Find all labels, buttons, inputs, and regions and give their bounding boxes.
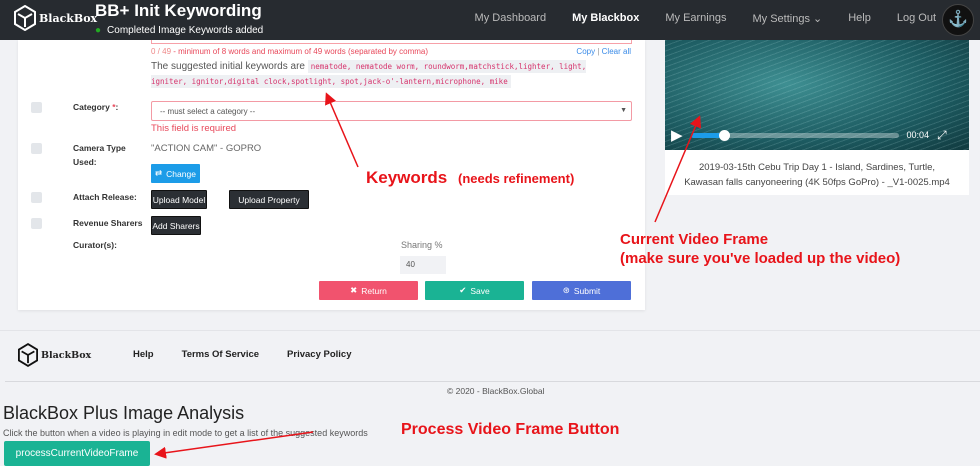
status-text: Completed Image Keywords added (107, 25, 264, 36)
nav-my-dashboard[interactable]: My Dashboard (475, 12, 547, 25)
brand-logo[interactable]: BlackBox (14, 5, 97, 31)
upload-model-button[interactable]: Upload Model (151, 190, 207, 209)
nav-log-out[interactable]: Log Out (897, 12, 936, 25)
brand-name: BlackBox (39, 11, 98, 25)
check-icon: ✔ (459, 285, 467, 295)
process-video-frame-button[interactable]: processCurrentVideoFrame (4, 441, 150, 466)
category-select[interactable]: -- must select a category -- ▼ (151, 101, 632, 121)
camera-value: "ACTION CAM" - GOPRO (151, 143, 262, 154)
play-icon[interactable]: ▶ (671, 126, 683, 144)
video-player[interactable]: ▶ 00:04 ⤢ (665, 40, 969, 150)
divider (5, 381, 980, 382)
nav-my-settings[interactable]: My Settings ⌄ (752, 12, 822, 25)
camera-label: Camera Type Used: (73, 143, 126, 167)
keyword-count: 0 / 49 - minimum of 8 words and maximum … (151, 47, 429, 56)
footer: BlackBox Help Terms Of Service Privacy P… (0, 330, 980, 466)
nav-help[interactable]: Help (848, 12, 871, 25)
copy-link[interactable]: Copy (576, 47, 595, 56)
seek-handle[interactable] (718, 129, 730, 141)
category-error: This field is required (151, 123, 237, 134)
change-camera-button[interactable]: ⇄ Change (151, 164, 200, 183)
add-sharers-button[interactable]: Add Sharers (151, 216, 201, 235)
cube-logo-icon (18, 343, 38, 367)
upload-circle-icon: ⊛ (562, 285, 570, 295)
curators-label: Curator(s): (73, 240, 117, 250)
category-checkbox[interactable] (31, 102, 42, 113)
nav-my-blackbox[interactable]: My Blackbox (572, 12, 639, 25)
video-card: ▶ 00:04 ⤢ 2019-03-15th Cebu Trip Day 1 -… (665, 40, 969, 195)
cube-logo-icon (14, 5, 36, 31)
video-time: 00:04 (906, 130, 930, 140)
footer-brand-name: BlackBox (41, 349, 92, 361)
fullscreen-icon[interactable]: ⤢ (937, 128, 947, 143)
page-title: BB+ Init Keywording (95, 1, 262, 20)
footer-help[interactable]: Help (133, 349, 154, 360)
footer-privacy[interactable]: Privacy Policy (287, 349, 351, 360)
annotation-process-button: Process Video Frame Button (401, 421, 620, 438)
nav-my-earnings[interactable]: My Earnings (665, 12, 726, 25)
analysis-description: Click the button when a video is playing… (3, 428, 368, 438)
sharing-input[interactable]: 40 (400, 256, 446, 274)
seek-bar[interactable] (690, 129, 899, 141)
sharers-checkbox[interactable] (31, 218, 42, 229)
footer-logo[interactable]: BlackBox (18, 343, 91, 367)
separator: | (597, 47, 600, 56)
analysis-heading: BlackBox Plus Image Analysis (3, 403, 245, 423)
status-message: ● Completed Image Keywords added (95, 25, 263, 36)
close-icon: ✖ (350, 285, 358, 295)
keyword-actions: Copy | Clear all (576, 47, 631, 56)
submit-button[interactable]: ⊛ Submit (532, 281, 631, 300)
camera-checkbox[interactable] (31, 143, 42, 154)
sharing-label: Sharing % (401, 240, 443, 250)
video-caption: 2019-03-15th Cebu Trip Day 1 - Island, S… (684, 162, 950, 188)
dropdown-arrow-icon: ▼ (620, 107, 627, 114)
category-label: Category *: (73, 102, 119, 112)
upload-property-button[interactable]: Upload Property (229, 190, 309, 209)
release-checkbox[interactable] (31, 192, 42, 203)
swap-icon: ⇄ (155, 168, 163, 178)
nav-my-settings-label: My Settings (752, 13, 810, 25)
release-label: Attach Release: (73, 192, 137, 202)
sharers-label: Revenue Sharers (73, 218, 143, 228)
copyright: © 2020 - BlackBox.Global (447, 386, 545, 396)
video-controls: ▶ 00:04 ⤢ (665, 120, 969, 150)
avatar[interactable]: ⚓ (942, 4, 974, 36)
chevron-down-icon: ⌄ (813, 13, 823, 25)
return-button[interactable]: ✖ Return (319, 281, 418, 300)
top-navbar: BlackBox BB+ Init Keywording ● Completed … (0, 0, 980, 40)
keywords-input[interactable] (151, 40, 632, 44)
footer-terms[interactable]: Terms Of Service (182, 349, 259, 360)
status-dot-icon: ● (95, 25, 102, 36)
annotation-video-frame: Current Video Frame (make sure you've loa… (620, 231, 901, 267)
annotation-keywords: Keywords (needs refinement) (366, 168, 575, 187)
suggested-keywords: The suggested initial keywords are nemat… (151, 60, 587, 88)
save-button[interactable]: ✔ Save (425, 281, 524, 300)
clear-all-link[interactable]: Clear all (602, 47, 631, 56)
